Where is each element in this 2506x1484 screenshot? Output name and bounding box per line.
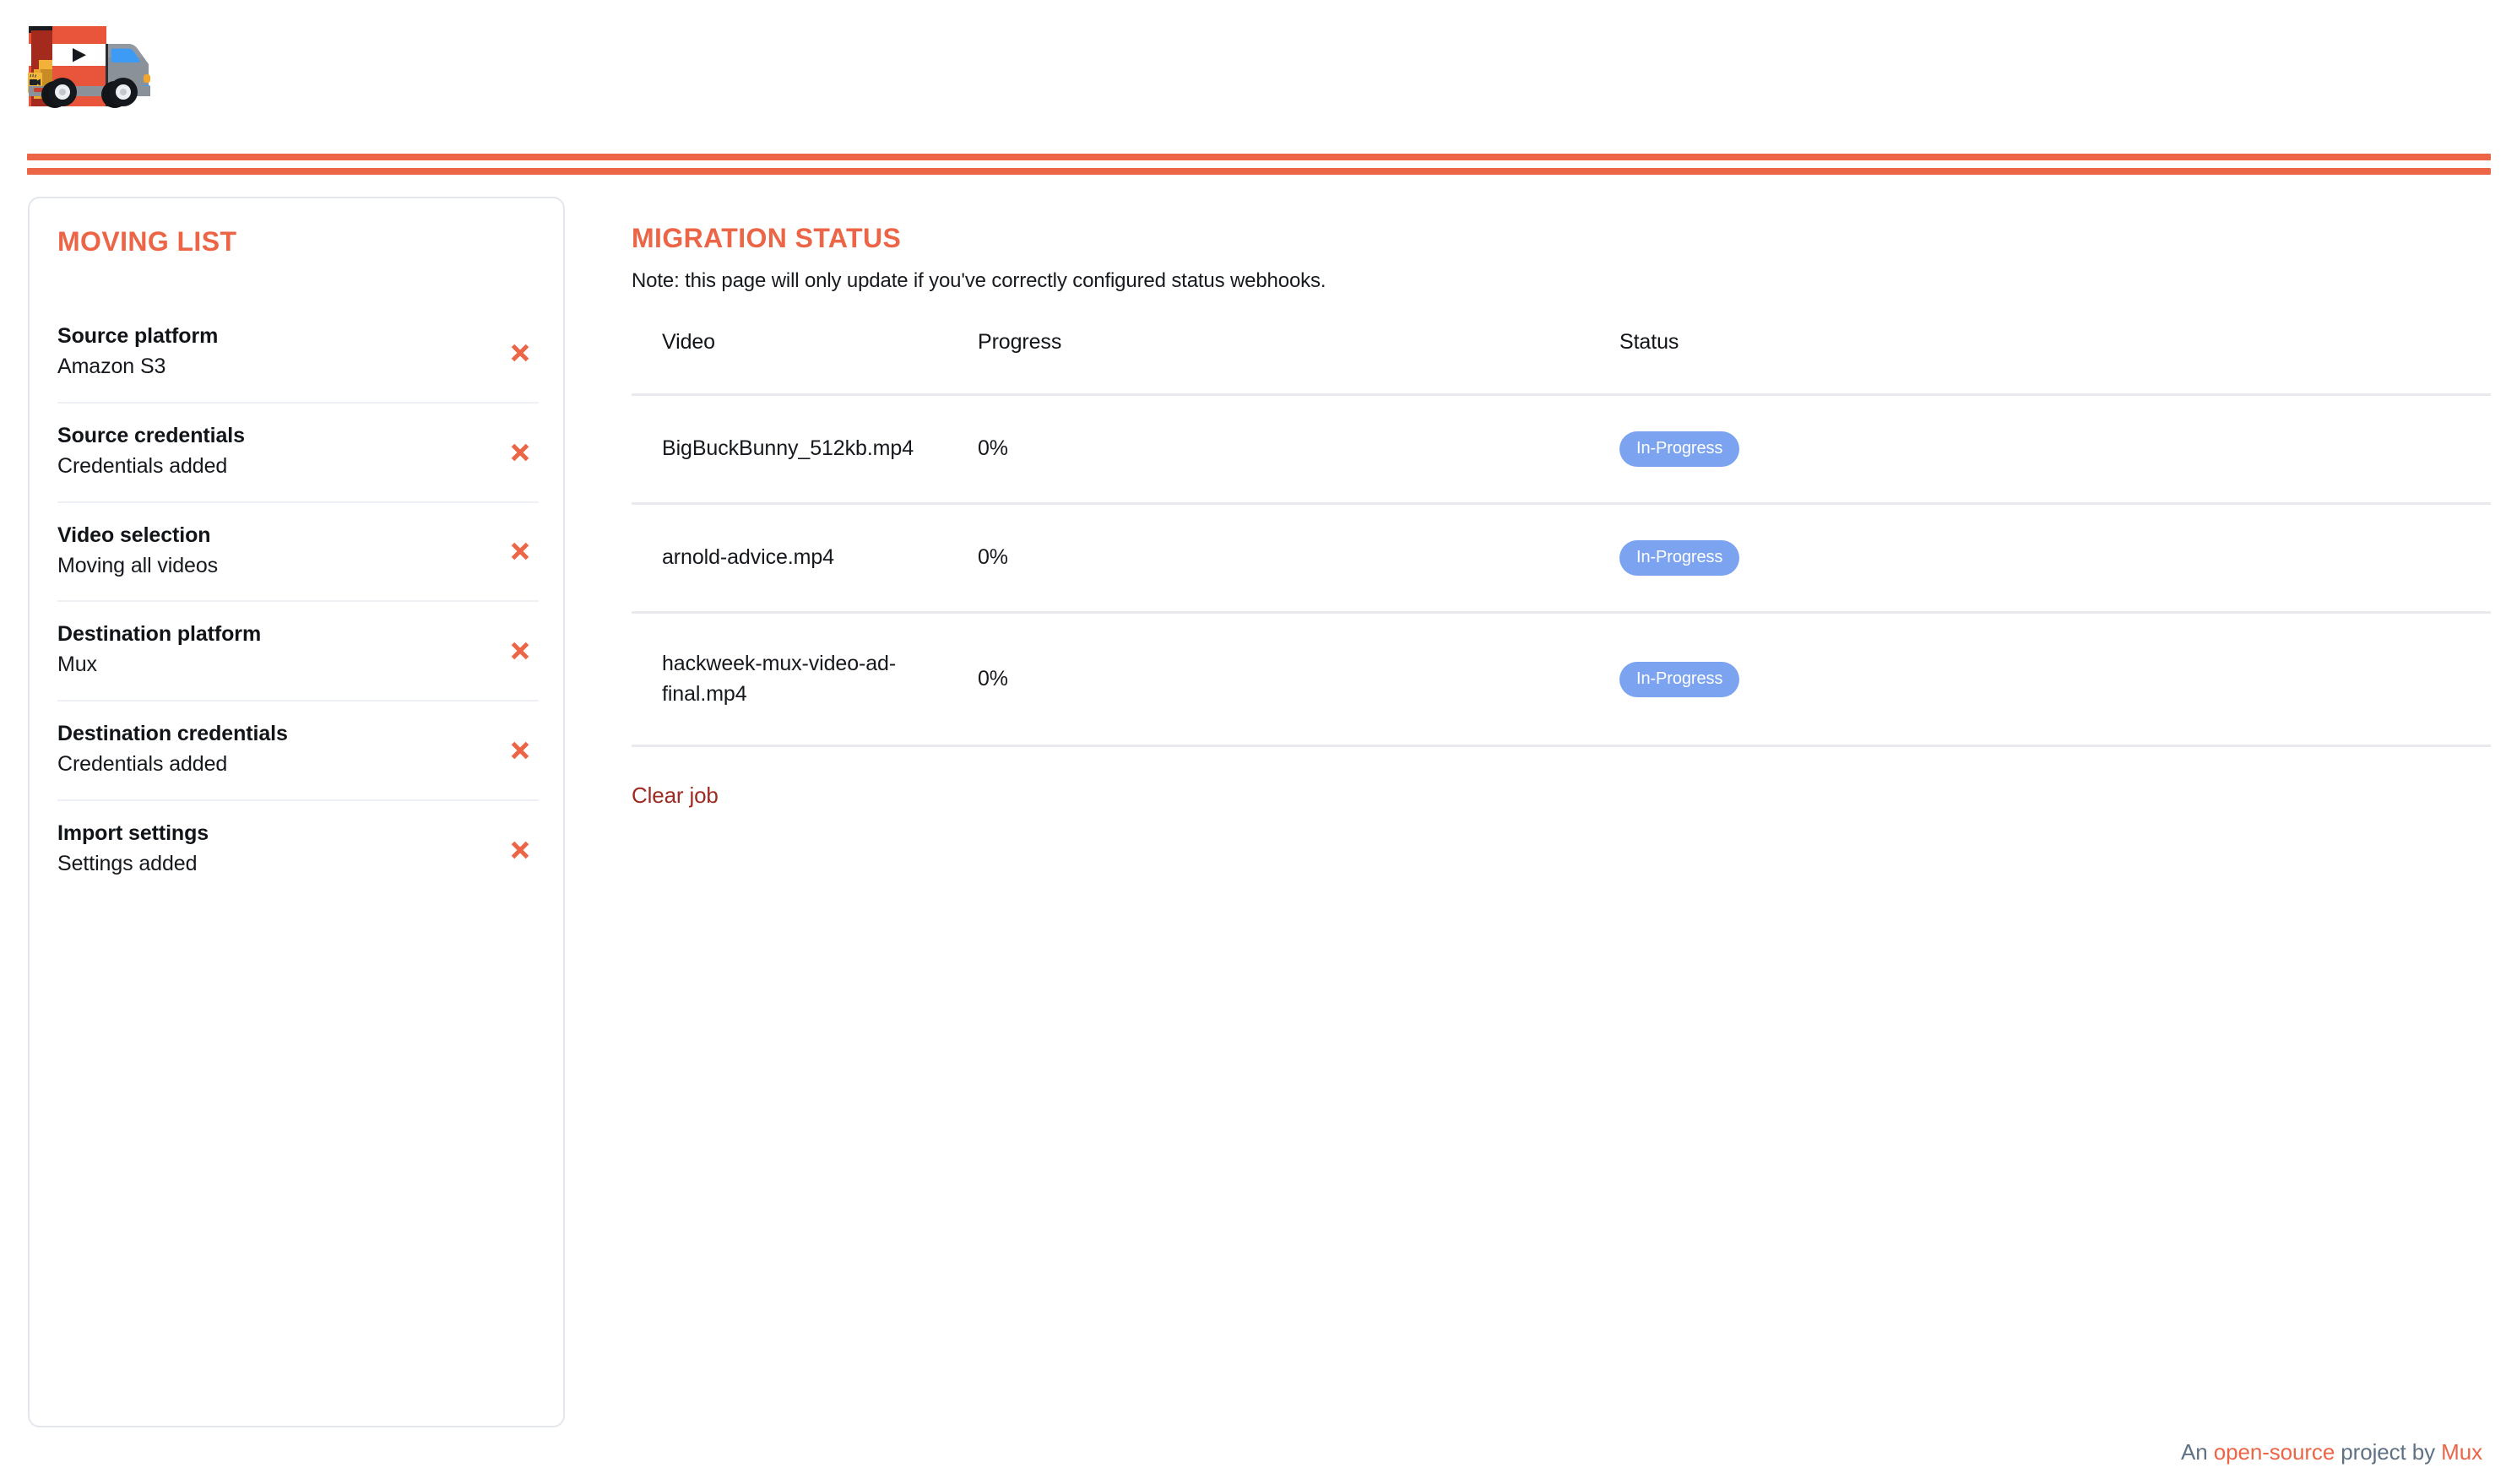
webhook-note: Note: this page will only update if you'… bbox=[632, 269, 2489, 293]
close-icon bbox=[507, 837, 533, 863]
column-header-status: Status bbox=[1619, 330, 2491, 395]
moving-list-title: MOVING LIST bbox=[57, 226, 236, 257]
clear-job-link[interactable]: Clear job bbox=[632, 783, 719, 809]
remove-source-credentials-button[interactable] bbox=[503, 436, 537, 469]
close-icon bbox=[507, 638, 533, 663]
status-badge: In-Progress bbox=[1619, 431, 1739, 467]
open-source-link[interactable]: open-source bbox=[2214, 1439, 2335, 1465]
column-header-video: Video bbox=[632, 330, 978, 395]
footer: An open-source project by Mux bbox=[2181, 1439, 2482, 1465]
page-title: MIGRATION STATUS bbox=[632, 224, 2489, 253]
moving-list-item-value: Mux bbox=[57, 651, 539, 680]
moving-list-item-label: Destination credentials bbox=[57, 720, 539, 748]
video-name-cell: BigBuckBunny_512kb.mp4 bbox=[632, 395, 978, 504]
moving-list-item-label: Video selection bbox=[57, 522, 539, 550]
moving-list-item-source-credentials: Source credentials Credentials added bbox=[57, 403, 539, 503]
moving-list-item-label: Source platform bbox=[57, 322, 539, 350]
moving-list-item-value: Moving all videos bbox=[57, 552, 539, 581]
remove-destination-credentials-button[interactable] bbox=[503, 734, 537, 767]
migration-status-table: Video Progress Status BigBuckBunny_512kb… bbox=[632, 330, 2491, 747]
moving-list-panel: MOVING LIST Source platform Amazon S3 So… bbox=[28, 197, 565, 1427]
table-header: Video Progress Status bbox=[632, 330, 2491, 395]
remove-source-platform-button[interactable] bbox=[503, 336, 537, 370]
moving-truck-logo-icon bbox=[15, 12, 252, 164]
progress-cell: 0% bbox=[978, 613, 1619, 746]
table-row: hackweek-mux-video-ad-final.mp4 0% In-Pr… bbox=[632, 613, 2491, 746]
moving-list-item-video-selection: Video selection Moving all videos bbox=[57, 503, 539, 603]
remove-destination-platform-button[interactable] bbox=[503, 634, 537, 668]
page-header bbox=[0, 0, 2506, 181]
footer-middle: project by bbox=[2335, 1439, 2441, 1465]
close-icon bbox=[507, 440, 533, 465]
moving-list-item-source-platform: Source platform Amazon S3 bbox=[57, 304, 539, 403]
status-cell: In-Progress bbox=[1619, 504, 2491, 613]
table-row: BigBuckBunny_512kb.mp4 0% In-Progress bbox=[632, 395, 2491, 504]
video-name-cell: arnold-advice.mp4 bbox=[632, 504, 978, 613]
app-page: MOVING LIST Source platform Amazon S3 So… bbox=[0, 0, 2506, 1484]
close-icon bbox=[507, 738, 533, 763]
status-cell: In-Progress bbox=[1619, 395, 2491, 504]
moving-list-item-value: Credentials added bbox=[57, 750, 539, 779]
table-header-row: Video Progress Status bbox=[632, 330, 2491, 395]
progress-cell: 0% bbox=[978, 395, 1619, 504]
moving-list-item-label: Destination platform bbox=[57, 620, 539, 648]
progress-cell: 0% bbox=[978, 504, 1619, 613]
table-row: arnold-advice.mp4 0% In-Progress bbox=[632, 504, 2491, 613]
moving-list-item-value: Settings added bbox=[57, 850, 539, 879]
footer-prefix: An bbox=[2181, 1439, 2214, 1465]
moving-list-item-destination-platform: Destination platform Mux bbox=[57, 602, 539, 701]
column-header-progress: Progress bbox=[978, 330, 1619, 395]
header-stripe-top bbox=[27, 154, 2491, 160]
moving-list-item-value: Amazon S3 bbox=[57, 353, 539, 382]
status-badge: In-Progress bbox=[1619, 662, 1739, 697]
status-cell: In-Progress bbox=[1619, 613, 2491, 746]
header-stripe-bottom bbox=[27, 168, 2491, 175]
moving-list-item-value: Credentials added bbox=[57, 452, 539, 481]
moving-list-item-destination-credentials: Destination credentials Credentials adde… bbox=[57, 701, 539, 801]
close-icon bbox=[507, 539, 533, 564]
mux-link[interactable]: Mux bbox=[2441, 1439, 2482, 1465]
moving-list-items: Source platform Amazon S3 Source credent… bbox=[57, 304, 539, 899]
moving-list-item-label: Source credentials bbox=[57, 422, 539, 450]
moving-list-item-import-settings: Import settings Settings added bbox=[57, 801, 539, 899]
video-name-cell: hackweek-mux-video-ad-final.mp4 bbox=[632, 613, 978, 746]
moving-list-item-label: Import settings bbox=[57, 820, 539, 848]
remove-video-selection-button[interactable] bbox=[503, 534, 537, 568]
close-icon bbox=[507, 340, 533, 366]
table-body: BigBuckBunny_512kb.mp4 0% In-Progress ar… bbox=[632, 395, 2491, 746]
migration-status-panel: MIGRATION STATUS Note: this page will on… bbox=[632, 224, 2489, 809]
status-badge: In-Progress bbox=[1619, 540, 1739, 576]
remove-import-settings-button[interactable] bbox=[503, 833, 537, 867]
